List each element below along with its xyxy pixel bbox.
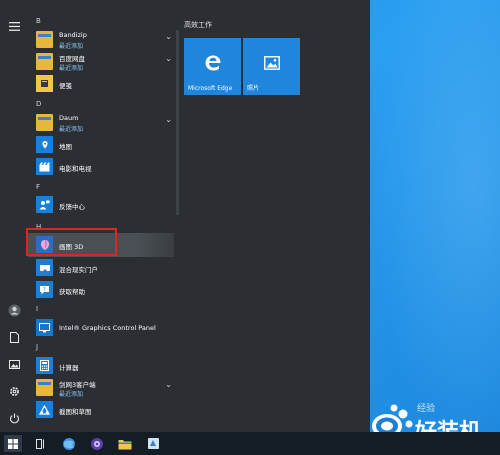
app-name: 混合现实门户 (59, 266, 98, 274)
tile-microsoft-edge[interactable]: Microsoft Edge (184, 38, 241, 95)
app-name: Daum (59, 114, 79, 122)
app-item-daum[interactable]: Daum 最近添加 ⌄ (28, 111, 178, 135)
start-menu: B Bandizip 最近添加 ⌄ 百度网盘 最近添加 ⌄ 便笺 D Daum … (0, 0, 370, 432)
app-name: 截图和草图 (59, 408, 92, 416)
maps-icon (36, 136, 53, 153)
tile-label: Microsoft Edge (188, 85, 233, 92)
app-name: 获取帮助 (59, 288, 85, 296)
app-item-maps[interactable]: 地图 (28, 133, 178, 157)
settings-icon[interactable] (6, 383, 22, 399)
folder-icon (36, 53, 53, 70)
section-letter-b[interactable]: B (36, 17, 41, 25)
app-item-baidu-netdisk[interactable]: 百度网盘 最近添加 ⌄ (28, 50, 178, 74)
intel-graphics-icon (36, 319, 53, 336)
document-icon[interactable] (6, 329, 22, 345)
pictures-icon[interactable] (6, 356, 22, 372)
app-list: B Bandizip 最近添加 ⌄ 百度网盘 最近添加 ⌄ 便笺 D Daum … (28, 0, 180, 432)
app-recent-label: 最近添加 (59, 65, 84, 72)
app-name: 便笺 (59, 82, 72, 90)
desktop-background (370, 0, 500, 455)
app-name: 电影和电视 (59, 165, 92, 173)
section-letter-d[interactable]: D (36, 100, 41, 108)
browser-icon[interactable] (60, 435, 78, 452)
power-icon[interactable] (6, 410, 22, 426)
start-rail (0, 0, 28, 432)
app-item-movies-tv[interactable]: 电影和电视 (28, 155, 178, 179)
app-item-sticky-notes[interactable]: 便笺 (28, 72, 178, 96)
app-item-jx3-client[interactable]: 剑网3客户端 最近添加 ⌄ (28, 376, 178, 400)
app-name: Intel® Graphics Control Panel (59, 324, 156, 332)
taskbar (0, 432, 500, 455)
chevron-down-icon[interactable]: ⌄ (165, 380, 172, 389)
task-view-icon[interactable] (32, 435, 50, 452)
folder-icon (36, 31, 53, 48)
folder-icon (36, 379, 53, 396)
tile-photos[interactable]: 照片 (243, 38, 300, 95)
mixed-reality-icon (36, 259, 53, 276)
app-item-intel-graphics[interactable]: Intel® Graphics Control Panel (28, 316, 178, 340)
app-item-bandizip[interactable]: Bandizip 最近添加 ⌄ (28, 28, 178, 52)
windows-start-icon[interactable] (4, 435, 22, 452)
app-recent-label: 最近添加 (59, 43, 84, 50)
chevron-down-icon[interactable]: ⌄ (165, 115, 172, 124)
get-help-icon: ? (36, 281, 53, 298)
sticky-notes-icon (36, 75, 53, 92)
movies-tv-icon (36, 158, 53, 175)
game-icon[interactable] (88, 435, 106, 452)
app-recent-label: 最近添加 (59, 391, 84, 398)
hamburger-menu-icon[interactable] (6, 18, 22, 34)
tile-group-header[interactable]: 高效工作 (184, 20, 212, 30)
app-name: 剑网3客户端 (59, 381, 96, 389)
app-name: 百度网盘 (59, 55, 85, 63)
edge-icon (203, 53, 223, 73)
snip-sketch-icon (36, 401, 53, 418)
watermark-small-text: 经验 (417, 404, 436, 414)
svg-text:?: ? (43, 287, 46, 293)
section-letter-i[interactable]: I (36, 305, 38, 313)
feedback-hub-icon (36, 196, 53, 213)
app-item-calculator[interactable]: 计算器 (28, 354, 178, 378)
chevron-down-icon[interactable]: ⌄ (165, 54, 172, 63)
photos-icon (262, 53, 282, 73)
folder-icon (36, 114, 53, 131)
app-item-get-help[interactable]: ? 获取帮助 (28, 278, 178, 302)
app-recent-label: 最近添加 (59, 126, 84, 133)
app-name: Bandizip (59, 31, 87, 39)
app-name: 地图 (59, 143, 72, 151)
app-list-scrollbar[interactable] (176, 30, 179, 215)
app-item-mixed-reality[interactable]: 混合现实门户 (28, 256, 178, 280)
calculator-icon (36, 357, 53, 374)
file-explorer-icon[interactable] (116, 435, 134, 452)
app-name: 反馈中心 (59, 203, 85, 211)
app-icon[interactable] (144, 435, 162, 452)
app-item-feedback-hub[interactable]: 反馈中心 (28, 193, 178, 217)
user-icon[interactable] (6, 302, 22, 318)
tile-label: 照片 (247, 85, 260, 92)
highlight-annotation (26, 228, 117, 256)
app-item-snip-sketch[interactable]: 截图和草图 (28, 398, 178, 422)
section-letter-f[interactable]: F (36, 183, 40, 191)
app-name: 计算器 (59, 364, 79, 372)
section-letter-j[interactable]: J (36, 343, 38, 351)
chevron-down-icon[interactable]: ⌄ (165, 32, 172, 41)
